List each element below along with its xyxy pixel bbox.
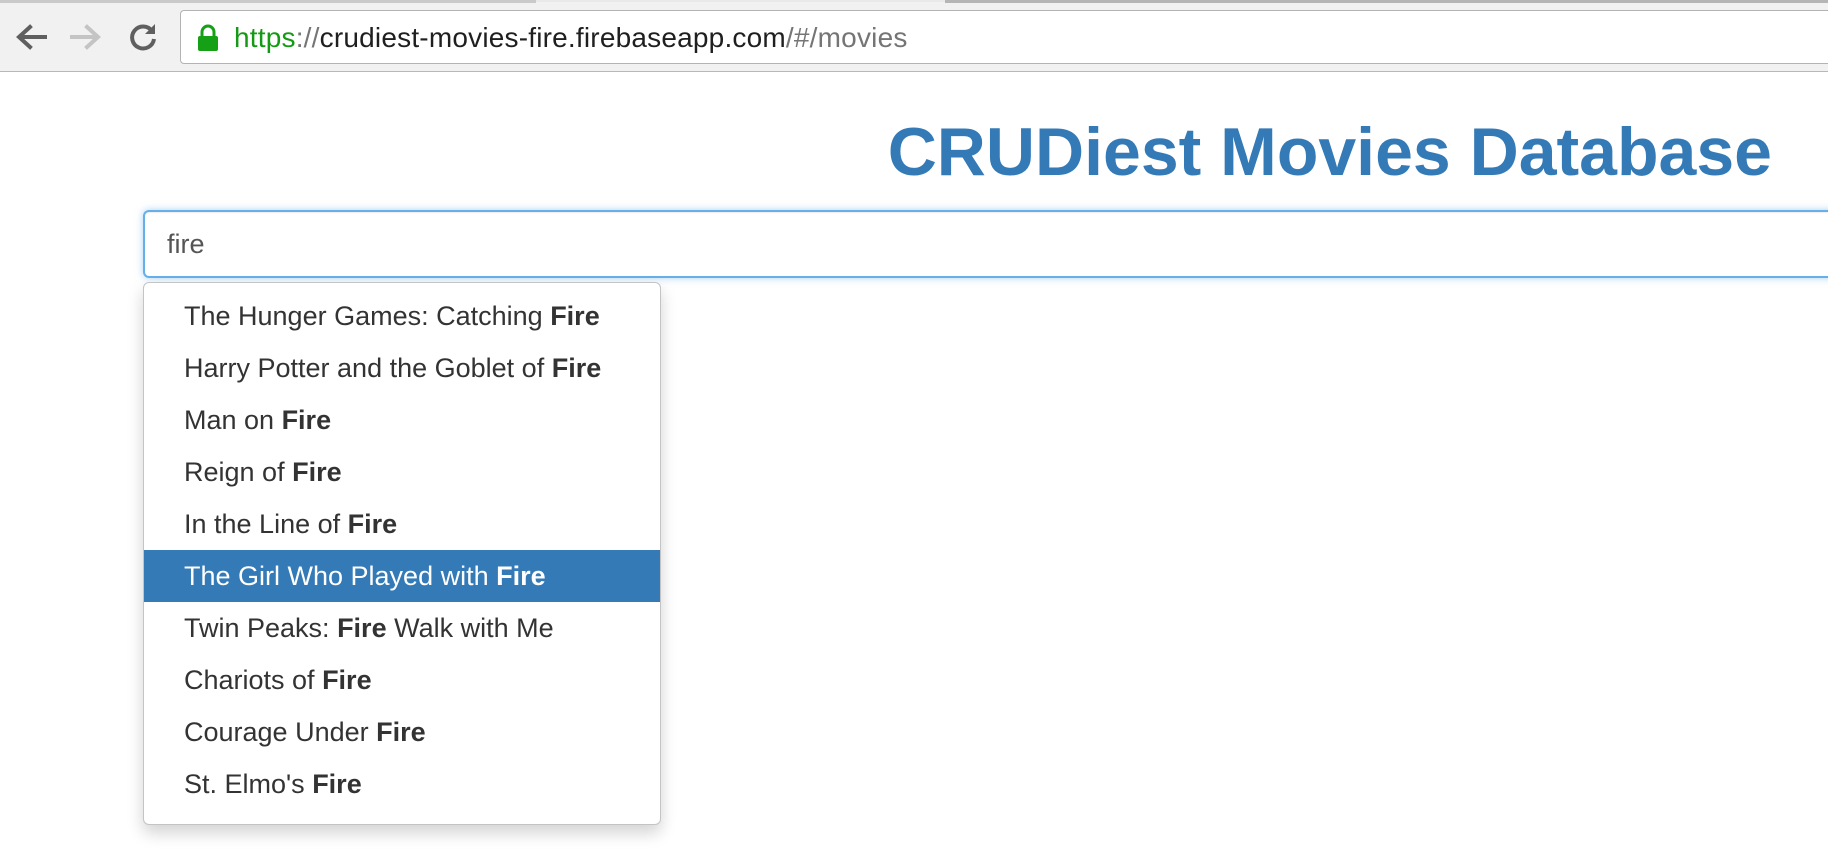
suggestion-item[interactable]: The Hunger Games: Catching Fire xyxy=(144,290,660,342)
suggestion-item[interactable]: Reign of Fire xyxy=(144,446,660,498)
suggestion-text: Man on xyxy=(184,405,282,435)
suggestion-match: Fire xyxy=(337,613,387,643)
suggestion-text: In the Line of xyxy=(184,509,348,539)
suggestion-text: Walk with Me xyxy=(386,613,554,643)
suggestion-text: The Hunger Games: Catching xyxy=(184,301,551,331)
url-host: crudiest-movies-fire.firebaseapp.com xyxy=(319,22,786,53)
suggestion-match: Fire xyxy=(292,457,342,487)
back-button[interactable] xyxy=(11,17,51,57)
suggestion-text: Chariots of xyxy=(184,665,323,695)
suggestion-text: Reign of xyxy=(184,457,293,487)
suggestion-item[interactable]: St. Elmo's Fire xyxy=(144,758,660,810)
suggestion-match: Fire xyxy=(550,301,600,331)
active-tab-edge xyxy=(536,0,945,2)
suggestion-item[interactable]: Courage Under Fire xyxy=(144,706,660,758)
forward-button[interactable] xyxy=(66,17,106,57)
suggestion-text: Harry Potter and the Goblet of xyxy=(184,353,552,383)
suggestion-match: Fire xyxy=(376,717,426,747)
suggestion-item[interactable]: Twin Peaks: Fire Walk with Me xyxy=(144,602,660,654)
search-input[interactable] xyxy=(143,210,1828,278)
tab-strip xyxy=(945,0,1828,3)
url-separator: :// xyxy=(295,22,320,53)
suggestion-match: Fire xyxy=(322,665,372,695)
suggestion-text: Twin Peaks: xyxy=(184,613,338,643)
tab-strip xyxy=(0,0,536,3)
suggestion-match: Fire xyxy=(551,353,602,383)
url-text: https://crudiest-movies-fire.firebaseapp… xyxy=(234,22,908,54)
url-path: /#/movies xyxy=(785,22,908,53)
suggestion-text: Courage Under xyxy=(184,717,377,747)
suggestion-text: The Girl Who Played with xyxy=(184,561,497,591)
lock-icon xyxy=(198,24,218,51)
reload-button[interactable] xyxy=(123,17,163,57)
arrow-right-icon xyxy=(70,24,101,50)
typeahead-dropdown: The Hunger Games: Catching Fire Harry Pot… xyxy=(143,282,661,825)
suggestion-item[interactable]: Harry Potter and the Goblet of Fire xyxy=(144,342,660,394)
suggestion-item[interactable]: Man on Fire xyxy=(144,394,660,446)
url-scheme: https xyxy=(234,22,296,53)
suggestion-item[interactable]: The Girl Who Played with Fire xyxy=(144,550,660,602)
suggestion-item[interactable]: Chariots of Fire xyxy=(144,654,660,706)
suggestion-item[interactable]: In the Line of Fire xyxy=(144,498,660,550)
suggestion-match: Fire xyxy=(347,509,398,539)
page-title: CRUDiest Movies Database xyxy=(887,114,1772,190)
reload-icon xyxy=(130,24,156,51)
browser-toolbar: https://crudiest-movies-fire.firebaseapp… xyxy=(0,0,1828,72)
arrow-left-icon xyxy=(16,24,47,50)
address-bar[interactable]: https://crudiest-movies-fire.firebaseapp… xyxy=(180,10,1828,64)
suggestion-match: Fire xyxy=(496,561,546,591)
suggestion-match: Fire xyxy=(281,405,332,435)
suggestion-match: Fire xyxy=(312,769,362,799)
suggestion-text: St. Elmo's xyxy=(184,769,313,799)
